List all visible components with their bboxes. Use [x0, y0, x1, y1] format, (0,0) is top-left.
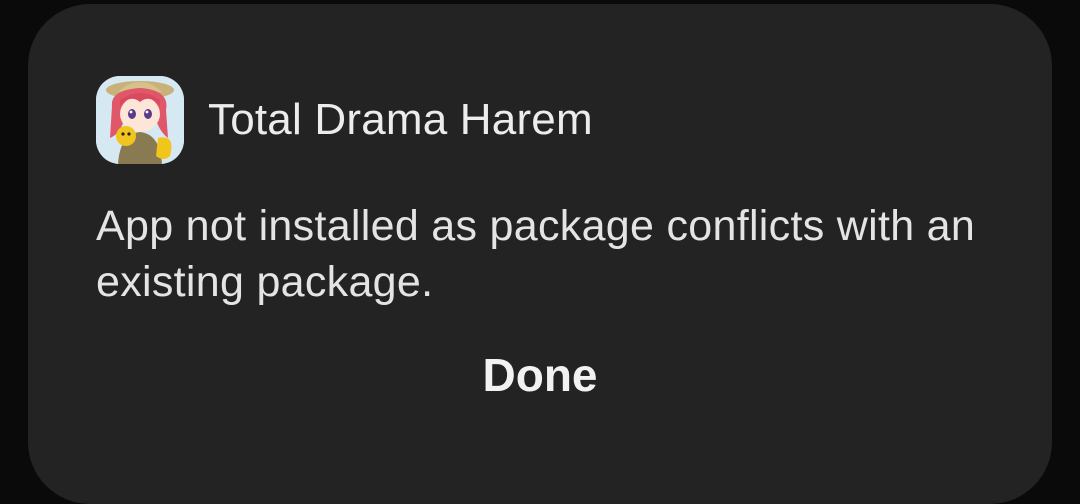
install-error-message: App not installed as package conflicts w…	[96, 202, 976, 306]
app-name: Total Drama Harem	[208, 95, 593, 144]
install-result-dialog: Total Drama Harem App not installed as p…	[28, 4, 1052, 504]
done-button[interactable]: Done	[28, 340, 1052, 410]
dialog-header: Total Drama Harem	[96, 76, 593, 164]
anime-girl-app-icon	[96, 76, 184, 164]
